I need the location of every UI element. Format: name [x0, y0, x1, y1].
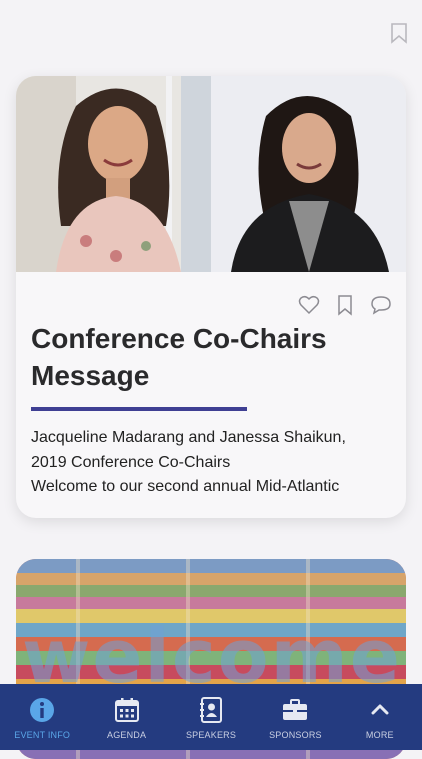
tab-sponsors[interactable]: SPONSORS [253, 684, 337, 750]
bookmark-icon[interactable] [334, 294, 356, 316]
bottom-tab-bar: EVENT INFO AGENDA SPEAKERS SPONSORS MORE [0, 684, 422, 750]
card-title: Conference Co-Chairs Message [31, 323, 327, 391]
tab-label: EVENT INFO [14, 730, 71, 740]
tab-more[interactable]: MORE [338, 684, 422, 750]
tab-agenda[interactable]: AGENDA [84, 684, 168, 750]
comment-icon[interactable] [370, 294, 392, 316]
tab-label: AGENDA [107, 730, 147, 740]
heart-icon[interactable] [298, 294, 320, 316]
article-card[interactable]: Conference Co-Chairs Message Jacqueline … [16, 76, 406, 518]
co-chairs-photos [16, 76, 406, 272]
calendar-icon [114, 698, 139, 722]
excerpt-line-3: Welcome to our second annual Mid-Atlanti… [31, 478, 340, 495]
photo-right [211, 76, 406, 272]
card-actions [298, 294, 392, 316]
tab-event-info[interactable]: EVENT INFO [0, 684, 84, 750]
briefcase-icon [283, 699, 308, 720]
card-excerpt: Jacqueline Madarang and Janessa Shaikun,… [31, 426, 391, 500]
excerpt-line-1: Jacqueline Madarang and Janessa Shaikun, [31, 429, 346, 446]
tab-speakers[interactable]: SPEAKERS [169, 684, 253, 750]
tab-label: SPEAKERS [185, 730, 237, 740]
photo-left [16, 76, 211, 272]
contact-book-icon [200, 697, 223, 723]
tab-label: MORE [365, 730, 394, 740]
bookmark-icon[interactable] [389, 22, 409, 44]
excerpt-line-2: 2019 Conference Co-Chairs [31, 453, 231, 471]
chevron-up-icon [371, 704, 389, 715]
info-icon [30, 698, 55, 722]
title-underline [31, 407, 247, 411]
tab-label: SPONSORS [269, 730, 322, 740]
